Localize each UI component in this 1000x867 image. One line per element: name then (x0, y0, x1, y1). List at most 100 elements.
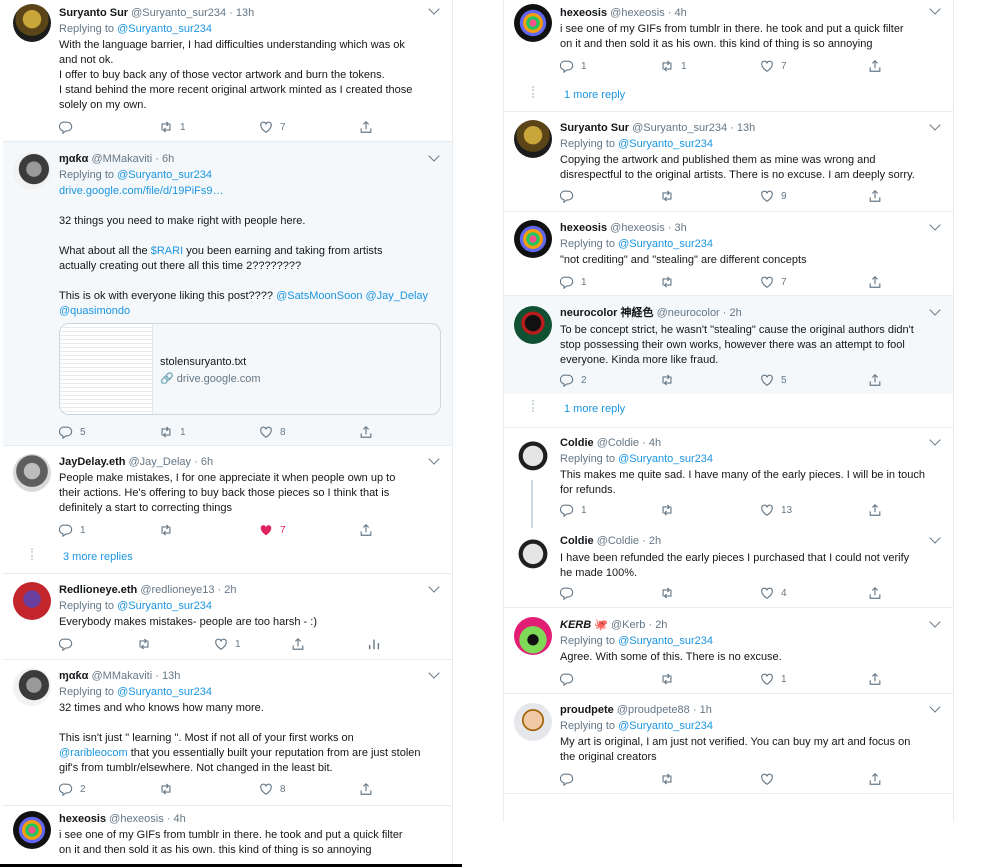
like-button[interactable]: 1 (760, 671, 787, 687)
analytics-button[interactable] (367, 636, 381, 652)
more-replies-link[interactable]: 3 more replies (63, 551, 133, 563)
avatar[interactable] (514, 533, 552, 571)
avatar[interactable] (514, 120, 552, 158)
replying-to-link[interactable]: @Suryanto_sur234 (618, 635, 713, 647)
tweet-time[interactable]: · 2h (642, 535, 661, 547)
retweet-button[interactable] (660, 274, 674, 290)
author-handle[interactable]: @hexeosis (610, 222, 665, 234)
avatar[interactable] (514, 220, 552, 258)
like-button[interactable]: 1 (214, 636, 241, 652)
reply-button[interactable] (59, 119, 73, 135)
tweet[interactable]: hexeosis @hexeosis · 3h Replying to @Sur… (504, 212, 953, 296)
avatar[interactable] (13, 454, 51, 492)
author-name[interactable]: Suryanto Sur (560, 122, 629, 134)
tweet[interactable]: ɱαƙα @MMakaviti · 6h Replying to @Suryan… (3, 142, 452, 446)
reply-button[interactable] (560, 771, 574, 787)
avatar[interactable] (13, 811, 51, 849)
author-handle[interactable]: @Coldie (597, 535, 639, 547)
author-handle[interactable]: @redlioneye13 (140, 584, 214, 596)
tweet-time[interactable]: · 1h (693, 704, 712, 716)
tweet-time[interactable]: · 13h (730, 122, 755, 134)
share-button[interactable] (359, 522, 373, 538)
tweet[interactable]: neurocolor 神経色 @neurocolor · 2h To be co… (504, 296, 953, 428)
author-name[interactable]: JayDelay.eth (59, 456, 125, 468)
avatar[interactable] (514, 435, 552, 473)
tweet-time[interactable]: · 4h (642, 437, 661, 449)
author-name[interactable]: neurocolor 神経色 (560, 307, 654, 319)
tweet[interactable]: JayDelay.eth @Jay_Delay · 6h People make… (3, 446, 452, 574)
mention-link[interactable]: @quasimondo (59, 304, 442, 319)
tweet-time[interactable]: · 2h (218, 584, 237, 596)
reply-button[interactable]: 1 (560, 274, 587, 290)
retweet-button[interactable] (137, 636, 151, 652)
retweet-button[interactable] (660, 771, 674, 787)
share-button[interactable] (291, 636, 305, 652)
author-name[interactable]: hexeosis (560, 7, 607, 19)
like-button[interactable]: 9 (760, 188, 787, 204)
mention-link[interactable]: @raribleocom (59, 747, 128, 759)
author-handle[interactable]: @Suryanto_sur234 (632, 122, 727, 134)
author-handle[interactable]: @Kerb (611, 619, 645, 631)
reply-button[interactable] (560, 585, 574, 601)
avatar[interactable] (13, 582, 51, 620)
author-name[interactable]: Suryanto Sur (59, 7, 128, 19)
share-button[interactable] (868, 372, 882, 388)
author-handle[interactable]: @MMakaviti (92, 153, 153, 165)
tweet[interactable]: hexeosis @hexeosis · 4h i see one of my … (504, 0, 953, 112)
reply-button[interactable] (560, 188, 574, 204)
tweet-time[interactable]: · 13h (229, 7, 254, 19)
share-button[interactable] (868, 502, 882, 518)
share-button[interactable] (868, 671, 882, 687)
share-button[interactable] (868, 585, 882, 601)
more-replies-link[interactable]: 1 more reply (564, 89, 625, 101)
author-handle[interactable]: @Coldie (597, 437, 639, 449)
author-name[interactable]: hexeosis (560, 222, 607, 234)
share-button[interactable] (868, 58, 882, 74)
like-button[interactable]: 4 (760, 585, 787, 601)
reply-button[interactable] (59, 636, 73, 652)
avatar[interactable] (13, 152, 51, 190)
share-button[interactable] (868, 188, 882, 204)
like-button[interactable]: 5 (760, 372, 787, 388)
share-button[interactable] (359, 781, 373, 797)
link-card[interactable]: stolensuryanto.txt 🔗 drive.google.com (59, 323, 441, 415)
share-button[interactable] (868, 274, 882, 290)
tweet-time[interactable]: · 3h (668, 222, 687, 234)
author-handle[interactable]: @proudpete88 (617, 704, 690, 716)
tweet[interactable]: Suryanto Sur @Suryanto_sur234 · 13h Repl… (3, 0, 452, 142)
replying-to-link[interactable]: @Suryanto_sur234 (618, 238, 713, 250)
author-name[interactable]: KERB (560, 619, 591, 631)
retweet-button[interactable] (660, 502, 674, 518)
tweet-time[interactable]: · 6h (194, 456, 213, 468)
replying-to-link[interactable]: @Suryanto_sur234 (117, 23, 212, 35)
reply-button[interactable]: 1 (560, 58, 587, 74)
reply-button[interactable]: 1 (560, 502, 587, 518)
avatar[interactable] (13, 4, 51, 42)
tweet[interactable]: proudpete @proudpete88 · 1h Replying to … (504, 694, 953, 794)
like-button[interactable]: 7 (760, 58, 787, 74)
tweet-time[interactable]: · 6h (155, 153, 174, 165)
author-handle[interactable]: @hexeosis (610, 7, 665, 19)
avatar[interactable] (514, 4, 552, 42)
replying-to-link[interactable]: @Suryanto_sur234 (618, 138, 713, 150)
mention-link[interactable]: @Jay_Delay (366, 290, 429, 302)
tweet-time[interactable]: · 13h (155, 670, 180, 682)
author-name[interactable]: Redlioneye.eth (59, 584, 137, 596)
author-name[interactable]: proudpete (560, 704, 614, 716)
author-name[interactable]: ɱαƙα (59, 153, 88, 165)
replying-to-link[interactable]: @Suryanto_sur234 (117, 169, 212, 181)
retweet-button[interactable] (159, 522, 173, 538)
retweet-button[interactable] (660, 188, 674, 204)
tweet-time[interactable]: · 4h (668, 7, 687, 19)
reply-button[interactable] (560, 671, 574, 687)
avatar[interactable] (514, 306, 552, 344)
like-button[interactable]: 7 (259, 522, 286, 538)
retweet-button[interactable]: 1 (159, 119, 186, 135)
reply-button[interactable]: 5 (59, 424, 86, 440)
retweet-button[interactable]: 1 (159, 424, 186, 440)
author-name[interactable]: ɱαƙα (59, 670, 88, 682)
retweet-button[interactable] (660, 585, 674, 601)
more-replies-link[interactable]: 1 more reply (564, 403, 625, 415)
retweet-button[interactable]: 1 (660, 58, 687, 74)
author-name[interactable]: hexeosis (59, 813, 106, 825)
